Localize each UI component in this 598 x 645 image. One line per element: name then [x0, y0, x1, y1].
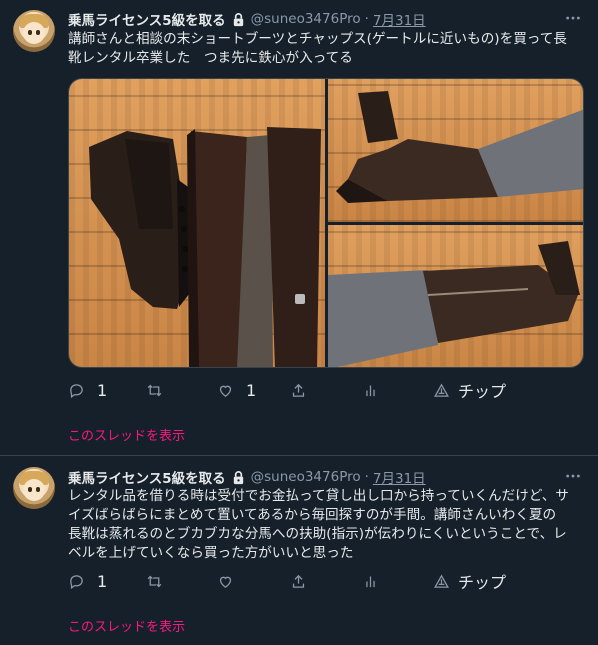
more-icon[interactable]: [564, 11, 582, 29]
author-name[interactable]: 乗馬ライセンス5級を取る: [68, 9, 226, 29]
reply-icon: [70, 383, 83, 398]
tweet-text-line: イズばらばらにまとめて置いてあるから毎回探すのが手間。講師さんいわく夏の: [68, 507, 557, 523]
analytics-button[interactable]: [362, 380, 379, 400]
like-count: 1: [246, 380, 257, 400]
heart-icon: [219, 385, 232, 397]
tweet-text-line: 長靴は蒸れるのとブカブカな分馬への扶助(指示)が伝わりにくいということで、レ: [68, 526, 567, 542]
tip-icon: [434, 383, 449, 397]
retweet-icon: [147, 384, 162, 396]
tweet-text-line: 靴レンタル卒業した つま先に鉄心が入ってる: [68, 50, 353, 66]
tweet-text-line: 講師さんと相談の末ショートブーツとチャップス(ゲートルに近いもの)を買って長: [68, 31, 567, 47]
tip-button[interactable]: チップ: [433, 380, 507, 401]
separator: ·: [364, 11, 369, 27]
avatar-eye: [36, 487, 40, 492]
photo-boot-zipper-illustration: [328, 241, 580, 367]
avatar-eye: [36, 30, 40, 35]
media-grid: [68, 78, 584, 368]
avatar-eye: [28, 30, 32, 35]
tip-label: チップ: [458, 382, 507, 401]
share-icon: [292, 383, 305, 397]
like-button[interactable]: [217, 571, 246, 591]
show-thread-link[interactable]: このスレッドを表示: [68, 425, 185, 444]
author-handle[interactable]: @suneo3476Pro: [251, 11, 361, 27]
photo-boots-illustration: [89, 127, 321, 367]
more-icon[interactable]: [564, 469, 582, 487]
avatar[interactable]: [13, 467, 55, 509]
avatar-face: [23, 22, 45, 44]
photo-boots-and-chaps[interactable]: [69, 79, 325, 367]
tweet-header: 乗馬ライセンス5級を取る @suneo3476Pro · 7月31日: [68, 467, 426, 487]
like-button[interactable]: 1: [217, 380, 256, 400]
separator: ·: [364, 469, 369, 485]
heart-icon: [219, 576, 232, 588]
tweet-date[interactable]: 7月31日: [373, 9, 426, 29]
tweet-2[interactable]: 乗馬ライセンス5級を取る @suneo3476Pro · 7月31日 レンタル品…: [0, 457, 598, 645]
lock-icon: [231, 12, 246, 27]
analytics-icon: [366, 385, 375, 396]
reply-icon: [70, 574, 83, 589]
share-icon: [292, 574, 305, 588]
tweet-text-line: レンタル品を借りる時は受付でお金払って貸し出し口から持っていくんだけど、サ: [68, 488, 569, 504]
tweet-header: 乗馬ライセンス5級を取る @suneo3476Pro · 7月31日: [68, 9, 426, 29]
avatar[interactable]: [13, 10, 55, 52]
retweet-button[interactable]: [146, 380, 175, 400]
reply-count: 1: [97, 571, 108, 591]
tweet-1[interactable]: 乗馬ライセンス5級を取る @suneo3476Pro · 7月31日 講師さんと…: [0, 0, 598, 456]
reply-count: 1: [97, 380, 108, 400]
analytics-icon: [366, 576, 375, 587]
retweet-button[interactable]: [146, 571, 175, 591]
photo-boot-worn-zipper[interactable]: [328, 225, 583, 367]
retweet-icon: [147, 575, 162, 587]
tweet-text-line: ベルを上げていくなら買った方がいいと思った: [68, 545, 354, 561]
show-thread-link[interactable]: このスレッドを表示: [68, 616, 185, 635]
author-handle[interactable]: @suneo3476Pro: [251, 469, 361, 485]
tip-icon: [434, 574, 449, 588]
analytics-button[interactable]: [362, 571, 379, 591]
share-button[interactable]: [290, 380, 307, 400]
tweet-text: 講師さんと相談の末ショートブーツとチャップス(ゲートルに近いもの)を買って長 靴…: [68, 30, 586, 68]
avatar-face: [23, 479, 45, 501]
avatar-eye: [28, 487, 32, 492]
lock-icon: [231, 470, 246, 485]
reply-button[interactable]: 1: [68, 380, 107, 400]
tip-button[interactable]: チップ: [433, 571, 507, 592]
tweet-text: レンタル品を借りる時は受付でお金払って貸し出し口から持っていくんだけど、サ イズ…: [68, 487, 586, 563]
tweet-date[interactable]: 7月31日: [373, 467, 426, 487]
author-name[interactable]: 乗馬ライセンス5級を取る: [68, 467, 226, 487]
photo-boot-worn-side[interactable]: [328, 79, 583, 222]
tip-label: チップ: [458, 573, 507, 592]
reply-button[interactable]: 1: [68, 571, 107, 591]
photo-boot-side-illustration: [336, 91, 583, 203]
share-button[interactable]: [290, 571, 307, 591]
